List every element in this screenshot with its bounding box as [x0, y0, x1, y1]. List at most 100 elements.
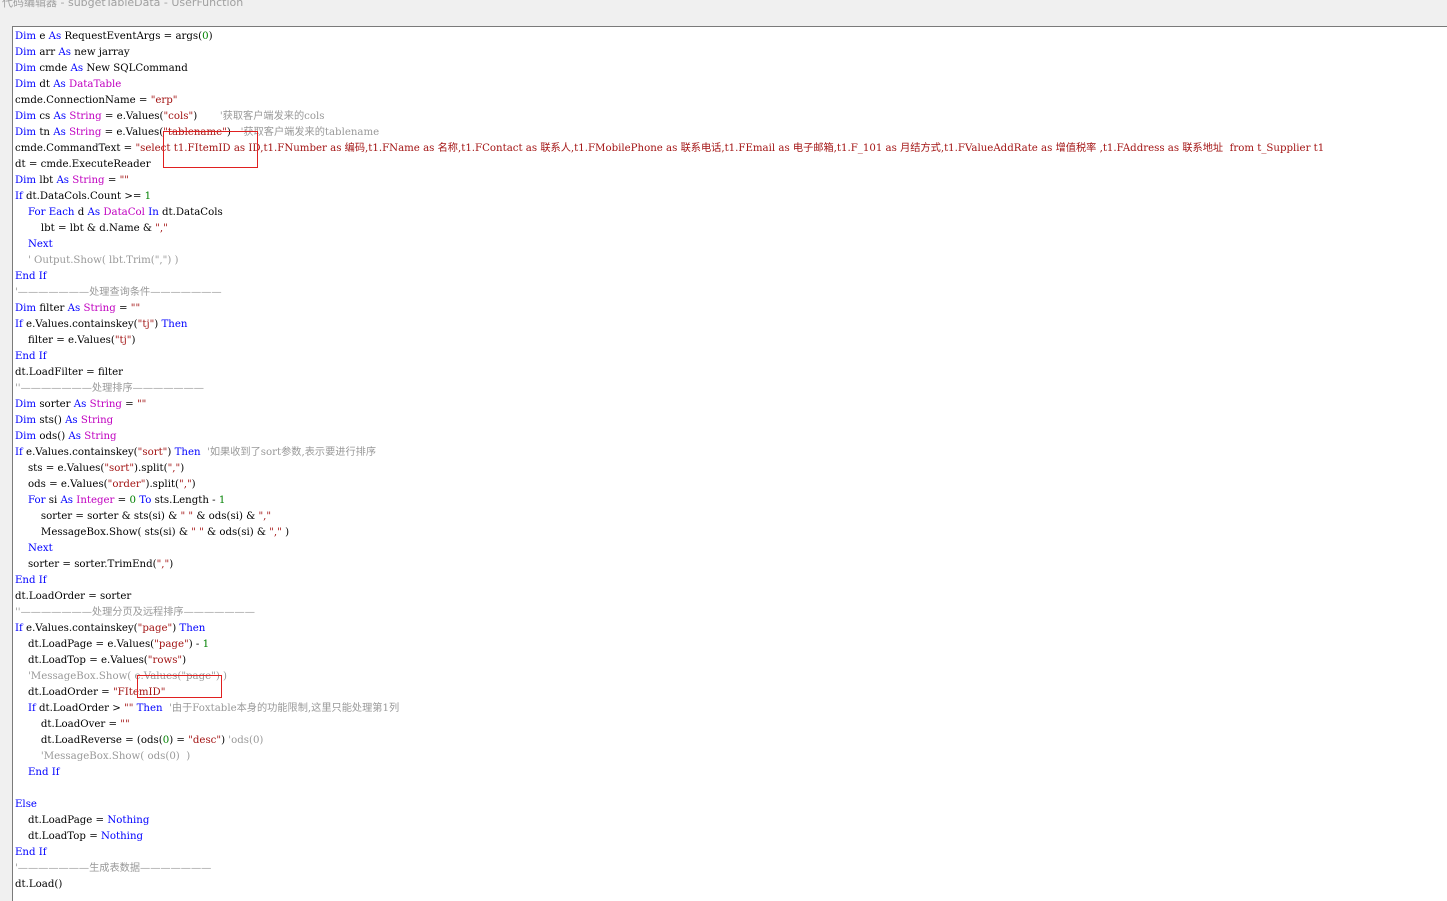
code-token: dt.LoadOrder = sorter [15, 591, 132, 602]
code-line[interactable]: End If [15, 269, 1324, 285]
code-line[interactable]: dt.LoadOrder = sorter [15, 589, 1324, 605]
code-token: "order" [107, 479, 146, 490]
code-token: Next [27, 239, 53, 250]
code-token: lbt = lbt & d.Name & [15, 223, 156, 234]
code-token: Dim [15, 127, 37, 138]
code-line[interactable]: Next [15, 237, 1324, 253]
code-token: ) - [188, 639, 203, 650]
code-token: New SQLCommand [83, 63, 188, 74]
code-token: Nothing [100, 831, 144, 842]
code-token: String [89, 399, 122, 410]
code-line[interactable]: Dim sts() As String [15, 413, 1324, 429]
code-token: As [53, 127, 66, 138]
code-token: DataTable [69, 79, 122, 90]
code-line[interactable]: ''———————处理分页及远程排序——————— [15, 605, 1324, 621]
code-line[interactable]: filter = e.Values("tj") [15, 333, 1324, 349]
code-token: As [48, 31, 62, 42]
code-token: Then [174, 447, 201, 458]
code-line[interactable]: Dim lbt As String = "" [15, 173, 1324, 189]
code-line[interactable]: ''———————处理排序——————— [15, 381, 1324, 397]
code-token: ) = [169, 735, 189, 746]
code-line[interactable]: ods = e.Values("order").split(",") [15, 477, 1324, 493]
code-line[interactable]: Dim cs As String = e.Values("cols") '获取客… [15, 109, 1324, 125]
code-line[interactable]: dt.LoadPage = Nothing [15, 813, 1324, 829]
code-line[interactable]: ' Output.Show( lbt.Trim(",") ) [15, 253, 1324, 269]
code-line[interactable]: cmde.ConnectionName = "erp" [15, 93, 1324, 109]
code-line[interactable]: End If [15, 765, 1324, 781]
code-token: As [67, 303, 81, 314]
code-line[interactable]: Dim dt As DataTable [15, 77, 1324, 93]
code-line[interactable]: Dim sorter As String = "" [15, 397, 1324, 413]
code-token: RequestEventArgs = args( [61, 31, 203, 42]
code-token: String [84, 431, 117, 442]
code-line[interactable]: Next [15, 541, 1324, 557]
code-line[interactable]: sorter = sorter.TrimEnd(",") [15, 557, 1324, 573]
code-line[interactable]: If e.Values.containskey("page") Then [15, 621, 1324, 637]
code-token: 1 [218, 495, 226, 506]
code-line[interactable]: 'MessageBox.Show( ods(0) ) [15, 749, 1324, 765]
code-line[interactable]: '———————处理查询条件——————— [15, 285, 1324, 301]
code-line[interactable]: dt.LoadTop = e.Values("rows") [15, 653, 1324, 669]
code-token: ) [180, 463, 185, 474]
code-token: ).split( [145, 479, 180, 490]
code-token: '———————处理查询条件——————— [15, 287, 222, 298]
code-token: e.Values.containskey( [22, 623, 138, 634]
code-line[interactable]: End If [15, 349, 1324, 365]
code-line[interactable]: dt.LoadOver = "" [15, 717, 1324, 733]
code-line[interactable]: For Each d As DataCol In dt.DataCols [15, 205, 1324, 221]
code-token: For Each [27, 207, 75, 218]
code-line[interactable] [15, 781, 1324, 797]
code-token: dt.LoadOrder = [15, 687, 113, 698]
code-token: Dim [15, 415, 37, 426]
code-token: = [115, 303, 131, 314]
code-line[interactable]: dt.LoadFilter = filter [15, 365, 1324, 381]
code-line[interactable]: dt.LoadReverse = (ods(0) = "desc") 'ods(… [15, 733, 1324, 749]
code-line[interactable]: Dim cmde As New SQLCommand [15, 61, 1324, 77]
code-line[interactable]: Dim filter As String = "" [15, 301, 1324, 317]
code-line[interactable]: dt.Load() [15, 877, 1324, 893]
code-token: "," [269, 527, 282, 538]
code-line[interactable]: sorter = sorter & sts(si) & " " & ods(si… [15, 509, 1324, 525]
code-token: ).split( [134, 463, 168, 474]
code-line[interactable]: If dt.DataCols.Count >= 1 [15, 189, 1324, 205]
code-token: ods = e.Values( [15, 479, 108, 490]
code-token: dt.DataCols.Count >= [22, 191, 145, 202]
code-token: "" [119, 175, 129, 186]
code-line[interactable]: If dt.LoadOrder > "" Then '由于Foxtable本身的… [15, 701, 1324, 717]
code-token: Nothing [107, 815, 150, 826]
code-line[interactable]: dt.LoadTop = Nothing [15, 829, 1324, 845]
code-line[interactable]: If e.Values.containskey("sort") Then '如果… [15, 445, 1324, 461]
code-line[interactable]: For si As Integer = 0 To sts.Length - 1 [15, 493, 1324, 509]
code-line[interactable]: lbt = lbt & d.Name & "," [15, 221, 1324, 237]
code-line[interactable]: If e.Values.containskey("tj") Then [15, 317, 1324, 333]
code-line[interactable]: sts = e.Values("sort").split(",") [15, 461, 1324, 477]
code-line[interactable]: End If [15, 573, 1324, 589]
code-token: & ods(si) & [193, 511, 259, 522]
code-token: Dim [15, 31, 37, 42]
code-token: dt = cmde.ExecuteReader [15, 159, 151, 170]
code-line[interactable]: Else [15, 797, 1324, 813]
code-line[interactable]: '———————生成表数据——————— [15, 861, 1324, 877]
code-token: "desc" [188, 735, 222, 746]
code-editor[interactable]: Dim e As RequestEventArgs = args(0) Dim a… [12, 26, 1447, 901]
code-token: "page" [154, 639, 189, 650]
code-line[interactable]: Dim arr As new jarray [15, 45, 1324, 61]
code-line[interactable]: End If [15, 845, 1324, 861]
code-line[interactable]: MessageBox.Show( sts(si) & " " & ods(si)… [15, 525, 1324, 541]
code-token: "," [156, 559, 170, 570]
code-token: String [72, 175, 105, 186]
code-line[interactable]: Dim e As RequestEventArgs = args(0) [15, 29, 1324, 45]
code-token: filter = e.Values( [15, 335, 115, 346]
code-line[interactable]: dt.LoadPage = e.Values("page") - 1 [15, 637, 1324, 653]
code-token: Next [27, 543, 53, 554]
code-token: As [60, 495, 74, 506]
code-line[interactable]: Dim ods() As String [15, 429, 1324, 445]
code-token: "cols" [163, 111, 194, 122]
code-token: ) [193, 111, 220, 122]
code-token: sts = e.Values( [15, 463, 105, 474]
code-token: Integer [76, 495, 115, 506]
code-token: ) [191, 479, 196, 490]
code-token: ) [281, 527, 290, 538]
